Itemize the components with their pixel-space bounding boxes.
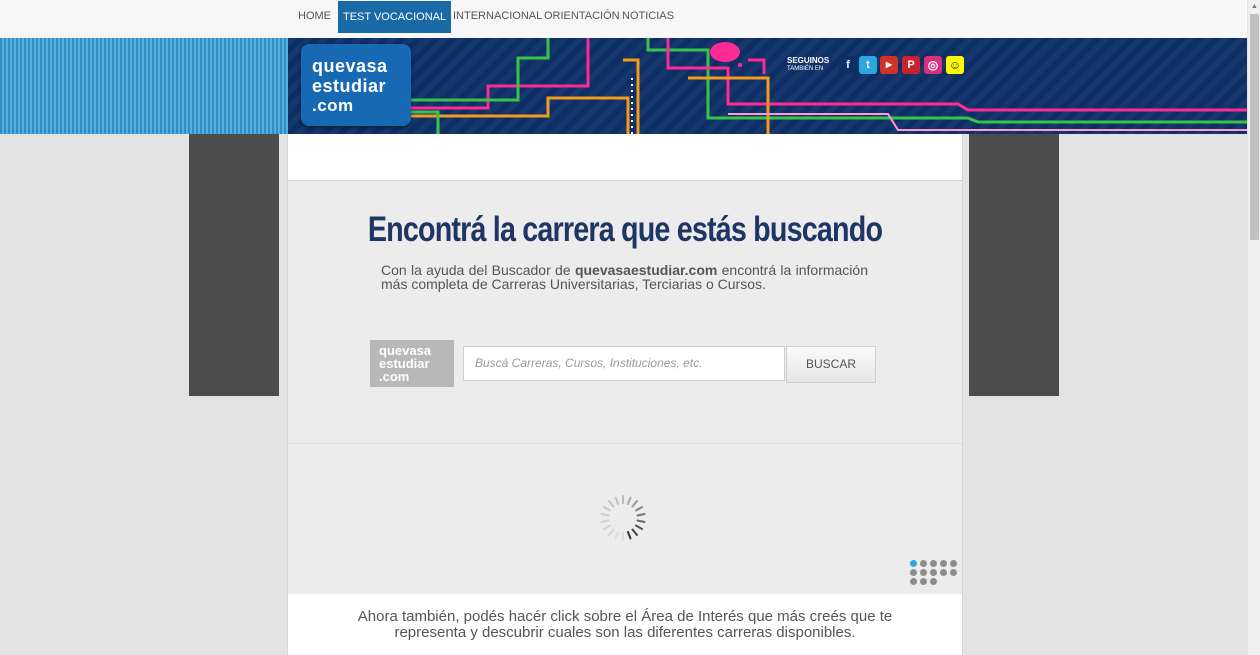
banner-background: [288, 38, 1247, 134]
loading-spinner-icon: [600, 495, 646, 541]
banner-lines-graphic: [408, 38, 1247, 134]
pager-dot[interactable]: [920, 560, 927, 567]
search-logo: quevasa estudiar .com: [370, 340, 454, 387]
social-sublabel: TAMBIÉN EN: [787, 66, 824, 72]
interest-area-text: Ahora también, podés hacér click sobre e…: [357, 608, 893, 641]
pager-dot[interactable]: [920, 578, 927, 585]
nav-home[interactable]: HOME: [294, 0, 335, 33]
site-logo[interactable]: quevasa estudiar .com: [301, 44, 411, 126]
pager-dot[interactable]: [930, 560, 937, 567]
top-nav: HOME TEST VOCACIONAL INTERNACIONAL ORIEN…: [0, 0, 1247, 39]
pager-dot[interactable]: [910, 560, 917, 567]
section-divider: [288, 443, 962, 444]
left-ad-panel: [189, 134, 279, 396]
banner-stripes: [0, 38, 288, 134]
pager-dot[interactable]: [930, 578, 937, 585]
interest-area-section: Ahora también, podés hacér click sobre e…: [288, 594, 962, 655]
pager-dot[interactable]: [930, 569, 937, 576]
logo-text-line3: .com: [312, 96, 354, 115]
instagram-icon[interactable]: ◎: [924, 56, 942, 74]
pager-dot[interactable]: [910, 569, 917, 576]
nav-internacional[interactable]: INTERNACIONAL: [449, 0, 546, 33]
content-top-bar: [288, 134, 962, 181]
snapchat-icon[interactable]: ☺: [946, 56, 964, 74]
carousel-pager[interactable]: [910, 560, 966, 590]
facebook-icon[interactable]: f: [839, 56, 857, 74]
search-logo-line3: .com: [379, 369, 410, 384]
search-button[interactable]: BUSCAR: [786, 346, 876, 383]
pager-dot[interactable]: [940, 569, 947, 576]
pager-dot[interactable]: [950, 569, 957, 576]
right-ad-panel: [969, 134, 1059, 396]
nav-orientacion[interactable]: ORIENTACIÓN: [540, 0, 624, 33]
pager-dot[interactable]: [920, 569, 927, 576]
logo-text-line2: estudiar: [312, 76, 387, 96]
scroll-thumb[interactable]: [1250, 14, 1259, 240]
scroll-up-arrow-icon[interactable]: ▲: [1248, 0, 1260, 14]
search-input[interactable]: Buscá Carreras, Cursos, Instituciones, e…: [463, 346, 785, 381]
pager-dot[interactable]: [910, 578, 917, 585]
page-title: Encontrá la carrera que estás buscando: [367, 210, 883, 249]
header-banner: quevasa estudiar .com SEGUINOS TAMBIÉN E…: [0, 38, 1247, 134]
page-scrollbar[interactable]: ▲: [1247, 0, 1260, 655]
twitter-icon[interactable]: t: [859, 56, 877, 74]
nav-noticias[interactable]: NOTICIAS: [618, 0, 678, 33]
pinterest-icon[interactable]: P: [902, 56, 920, 74]
main-content: Encontrá la carrera que estás buscando C…: [287, 134, 963, 655]
pager-dot[interactable]: [950, 560, 957, 567]
nav-test-vocacional[interactable]: TEST VOCACIONAL: [338, 1, 452, 33]
intro-text: Con la ayuda del Buscador de quevasaestu…: [381, 263, 868, 291]
youtube-icon[interactable]: ▶: [880, 56, 898, 74]
logo-text-line1: quevasa: [312, 56, 388, 76]
pager-dot[interactable]: [940, 560, 947, 567]
social-label: SEGUINOS TAMBIÉN EN: [787, 56, 830, 72]
